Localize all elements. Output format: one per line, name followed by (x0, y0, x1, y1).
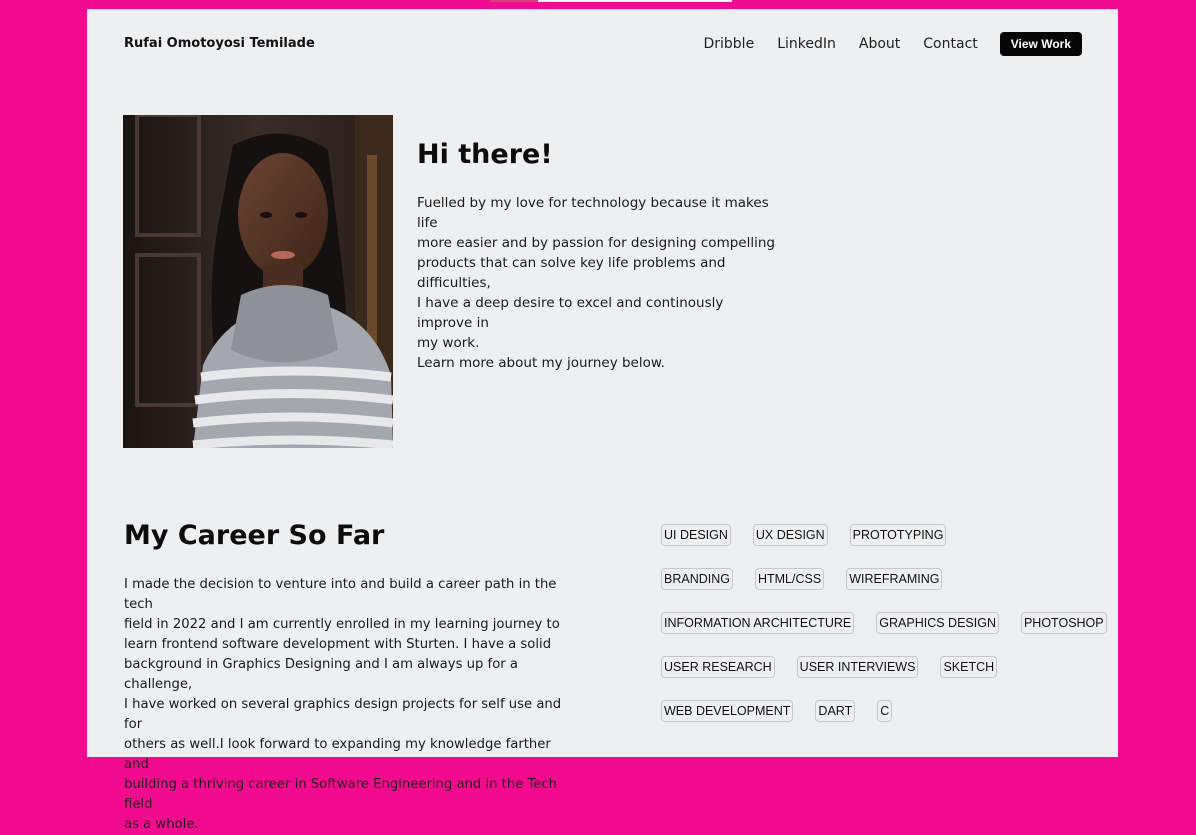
nav-link-linkedin[interactable]: LinkedIn (777, 36, 836, 52)
career-line: background in Graphics Designing and I a… (124, 657, 518, 692)
skill-tag: USER INTERVIEWS (796, 656, 919, 678)
skill-tag: DART (815, 700, 856, 722)
nav-link-about[interactable]: About (859, 36, 900, 52)
skill-tag: WIREFRAMING (846, 568, 943, 590)
career-line: as a whole. (124, 817, 199, 832)
skill-tag: PHOTOSHOP (1020, 612, 1107, 634)
browser-top-strip (490, 0, 732, 2)
career-line: I made the decision to venture into and … (124, 577, 557, 612)
hero-line: Fuelled by my love for technology becaus… (417, 195, 769, 231)
skill-tag: USER RESEARCH (661, 656, 775, 678)
hero-line: my work. (417, 335, 480, 351)
skills-row: INFORMATION ARCHITECTURE GRAPHICS DESIGN… (661, 612, 1107, 634)
skills-row: USER RESEARCH USER INTERVIEWS SKETCH (661, 656, 1091, 678)
nav-link-contact[interactable]: Contact (923, 36, 977, 52)
top-strip-segment (490, 0, 538, 2)
hero-line: more easier and by passion for designing… (417, 235, 775, 251)
main-nav: Dribble LinkedIn About Contact View Work (703, 32, 1082, 56)
profile-photo (123, 115, 393, 448)
skills-tag-list: UI DESIGN UX DESIGN PROTOTYPING BRANDING… (661, 524, 1107, 744)
career-line: building a thriving career in Software E… (124, 777, 558, 812)
career-line: I have worked on several graphics design… (124, 697, 562, 732)
skills-row: WEB DEVELOPMENT DART C (661, 700, 1091, 722)
hero-line: I have a deep desire to excel and contin… (417, 295, 724, 331)
skills-row: BRANDING HTML/CSS WIREFRAMING (661, 568, 1091, 590)
career-description: I made the decision to venture into and … (124, 575, 579, 835)
skill-tag: HTML/CSS (754, 568, 825, 590)
career-section-title: My Career So Far (124, 520, 385, 551)
skill-tag: UX DESIGN (752, 524, 828, 546)
skills-row: UI DESIGN UX DESIGN PROTOTYPING (661, 524, 1091, 546)
skill-tag: WEB DEVELOPMENT (661, 700, 794, 722)
page-container: Rufai Omotoyosi Temilade Dribble LinkedI… (87, 9, 1118, 832)
skill-tag: INFORMATION ARCHITECTURE (661, 612, 855, 634)
hero-line: products that can solve key life problem… (417, 255, 726, 291)
brand-name[interactable]: Rufai Omotoyosi Temilade (124, 36, 315, 51)
skill-tag: PROTOTYPING (849, 524, 947, 546)
skill-tag: GRAPHICS DESIGN (876, 612, 999, 634)
view-work-button[interactable]: View Work (999, 32, 1082, 56)
career-line: others as well.I look forward to expandi… (124, 737, 551, 772)
skill-tag: UI DESIGN (661, 524, 731, 546)
career-line: learn frontend software development with… (124, 637, 552, 652)
skill-tag: SKETCH (940, 656, 998, 678)
career-line: field in 2022 and I am currently enrolle… (124, 617, 560, 632)
skill-tag: BRANDING (661, 568, 733, 590)
hero-title: Hi there! (417, 139, 553, 170)
hero-line: Learn more about my journey below. (417, 355, 665, 371)
skill-tag: C (877, 700, 893, 722)
nav-link-dribble[interactable]: Dribble (703, 36, 754, 52)
hero-description: Fuelled by my love for technology becaus… (417, 193, 782, 373)
